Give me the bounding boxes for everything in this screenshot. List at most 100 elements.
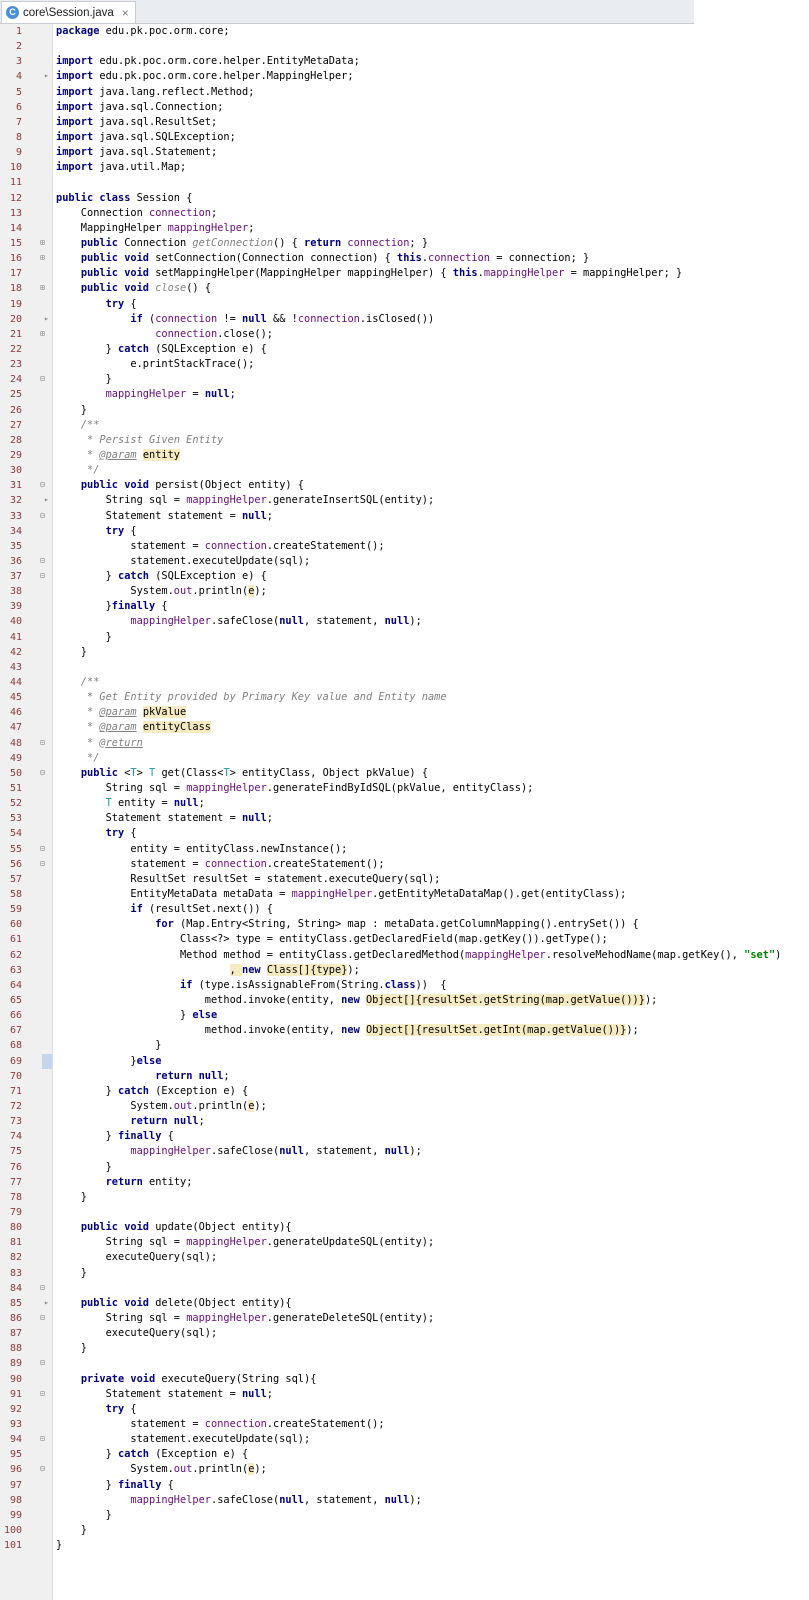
fold-collapse-icon[interactable]: ⊟ [40, 1283, 48, 1292]
code-line[interactable]: 1 package edu.pk.poc.orm.core; [0, 24, 809, 39]
code-line[interactable]: 97 } finally { [0, 1478, 809, 1493]
code-line[interactable]: 11 [0, 175, 809, 190]
code-line[interactable]: 12 public class Session { [0, 191, 809, 206]
code-line[interactable]: 53 Statement statement = null; [0, 811, 809, 826]
code-line[interactable]: 101} [0, 1538, 809, 1553]
code-line[interactable]: 19 try { [0, 297, 809, 312]
code-line[interactable]: 42 } [0, 645, 809, 660]
fold-collapse-icon[interactable]: ⊟ [40, 375, 48, 383]
code-line[interactable]: 87 executeQuery(sql); [0, 1326, 809, 1341]
code-line[interactable]: 10 import java.util.Map; [0, 160, 809, 175]
code-line[interactable]: 13 Connection connection; [0, 206, 809, 221]
fold-collapse-icon[interactable]: ⊟ [40, 1465, 48, 1473]
code-line[interactable]: 60 for (Map.Entry<String, String> map : … [0, 917, 809, 932]
code-line[interactable]: 96 ⊟ System.out.println(e); [0, 1462, 809, 1477]
code-line[interactable]: 31 ⊟ public void persist(Object entity) { [0, 478, 809, 493]
code-line[interactable]: 30 */ [0, 463, 809, 478]
code-line[interactable]: 98 mappingHelper.safeClose(null, stateme… [0, 1493, 809, 1508]
fold-collapse-icon[interactable]: ⊟ [40, 738, 48, 747]
code-line[interactable]: 49 */ [0, 751, 809, 766]
fold-collapse-icon[interactable]: ⊟ [40, 481, 48, 489]
code-line[interactable]: 77 return entity; [0, 1175, 809, 1190]
code-line[interactable]: 78 } [0, 1190, 809, 1205]
code-line[interactable]: 14 MappingHelper mappingHelper; [0, 221, 809, 236]
code-line[interactable]: 39 }finally { [0, 599, 809, 614]
code-line[interactable]: 48 ⊟ * @return [0, 736, 809, 751]
code-line[interactable]: 46 * @param pkValue [0, 705, 809, 720]
fold-expand-icon[interactable]: ⊞ [40, 284, 48, 292]
fold-collapse-icon[interactable]: ⊟ [40, 556, 48, 565]
code-line[interactable]: 64 if (type.isAssignableFrom(String.clas… [0, 978, 809, 993]
fold-expand-icon[interactable]: ⊞ [40, 254, 48, 262]
code-line[interactable]: 15 ⊞ public Connection getConnection() { … [0, 236, 809, 251]
code-line[interactable]: 83 } [0, 1266, 809, 1281]
code-line[interactable]: 16 ⊞ public void setConnection(Connection… [0, 251, 809, 266]
code-line[interactable]: 85 ▸ public void delete(Object entity){ [0, 1296, 809, 1311]
code-line[interactable]: 73 return null; [0, 1114, 809, 1129]
code-line[interactable]: 89 ⊟ [0, 1356, 809, 1371]
code-line[interactable]: 70 return null; [0, 1069, 809, 1084]
code-line[interactable]: 25 mappingHelper = null; [0, 387, 809, 402]
code-editor[interactable]: 1 package edu.pk.poc.orm.core; 2 3 import ed… [0, 24, 809, 1600]
code-line[interactable]: 92 try { [0, 1402, 809, 1417]
code-line[interactable]: 33 ⊟ Statement statement = null; [0, 509, 809, 524]
fold-collapse-icon[interactable]: ⊟ [40, 768, 48, 777]
code-line[interactable]: 40 mappingHelper.safeClose(null, stateme… [0, 614, 809, 629]
code-line[interactable]: 26 } [0, 403, 809, 418]
code-line[interactable]: 65 method.invoke(entity, new Object[]{re… [0, 993, 809, 1008]
code-line[interactable]: 58 EntityMetaData metaData = mappingHelp… [0, 887, 809, 902]
code-line[interactable]: 41 } [0, 630, 809, 645]
code-line[interactable]: 74 } finally { [0, 1129, 809, 1144]
code-line[interactable]: 45 * Get Entity provided by Primary Key … [0, 690, 809, 705]
code-line[interactable]: 47 * @param entityClass [0, 720, 809, 735]
code-line[interactable]: 59 if (resultSet.next()) { [0, 902, 809, 917]
code-line[interactable]: 99 } [0, 1508, 809, 1523]
code-line[interactable]: 51 String sql = mappingHelper.generateFi… [0, 781, 809, 796]
code-line[interactable]: 7 import java.sql.ResultSet; [0, 115, 809, 130]
code-line[interactable]: 81 String sql = mappingHelper.generateUp… [0, 1235, 809, 1250]
code-line[interactable]: 79 [0, 1205, 809, 1220]
code-line[interactable]: 90 private void executeQuery(String sql)… [0, 1372, 809, 1387]
code-line[interactable]: 2 [0, 39, 809, 54]
code-line[interactable]: 50 ⊟ public <T> T get(Class<T> entityClas… [0, 766, 809, 781]
code-line[interactable]: 56 ⊟ statement = connection.createStateme… [0, 857, 809, 872]
code-line[interactable]: 94 ⊟ statement.executeUpdate(sql); [0, 1432, 809, 1447]
code-line[interactable]: 84 ⊟ [0, 1281, 809, 1296]
code-line[interactable]: 21 ⊞ connection.close(); [0, 327, 809, 342]
close-icon[interactable]: × [122, 6, 129, 20]
fold-collapse-icon[interactable]: ⊟ [40, 844, 48, 853]
code-line[interactable]: 54 try { [0, 826, 809, 841]
code-line[interactable]: 5 import java.lang.reflect.Method; [0, 85, 809, 100]
code-line[interactable]: 66 } else [0, 1008, 809, 1023]
code-line[interactable]: 72 System.out.println(e); [0, 1099, 809, 1114]
code-line[interactable]: 32 ▸ String sql = mappingHelper.generateI… [0, 493, 809, 508]
code-line[interactable]: 43 [0, 660, 809, 675]
code-line[interactable]: 34 try { [0, 524, 809, 539]
code-line[interactable]: 71 } catch (Exception e) { [0, 1084, 809, 1099]
code-line[interactable]: 69 }else [0, 1053, 809, 1069]
code-line[interactable]: 36 ⊟ statement.executeUpdate(sql); [0, 554, 809, 569]
fold-collapse-icon[interactable]: ⊟ [40, 1359, 48, 1367]
code-line[interactable]: 29 * @param entity [0, 448, 809, 463]
code-line[interactable]: 93 statement = connection.createStatemen… [0, 1417, 809, 1432]
code-line[interactable]: 18 ⊞ public void close() { [0, 281, 809, 296]
code-line[interactable]: 37 ⊟ } catch (SQLException e) { [0, 569, 809, 584]
code-line[interactable]: 6 import java.sql.Connection; [0, 100, 809, 115]
code-line[interactable]: 35 statement = connection.createStatemen… [0, 539, 809, 554]
fold-collapse-icon[interactable]: ⊟ [40, 511, 48, 520]
code-line[interactable]: 52 T entity = null; [0, 796, 809, 811]
fold-expand-icon[interactable]: ⊞ [40, 238, 48, 247]
code-line[interactable]: 24 ⊟ } [0, 372, 809, 387]
code-line[interactable]: 22 } catch (SQLException e) { [0, 342, 809, 357]
code-line[interactable]: 20 ▸ if (connection != null && !connectio… [0, 312, 809, 327]
code-line[interactable]: 17 public void setMappingHelper(MappingH… [0, 266, 809, 281]
code-line[interactable]: 44 /** [0, 675, 809, 690]
code-line[interactable]: 28 * Persist Given Entity [0, 433, 809, 448]
code-line[interactable]: 57 ResultSet resultSet = statement.execu… [0, 872, 809, 887]
code-line[interactable]: 68 } [0, 1038, 809, 1053]
code-line[interactable]: 67 method.invoke(entity, new Object[]{re… [0, 1023, 809, 1038]
code-line[interactable]: 9 import java.sql.Statement; [0, 145, 809, 160]
tab-session-java[interactable]: C core\Session.java × [1, 1, 136, 23]
code-line[interactable]: 91 ⊟ Statement statement = null; [0, 1387, 809, 1402]
code-line[interactable]: 38 System.out.println(e); [0, 584, 809, 599]
